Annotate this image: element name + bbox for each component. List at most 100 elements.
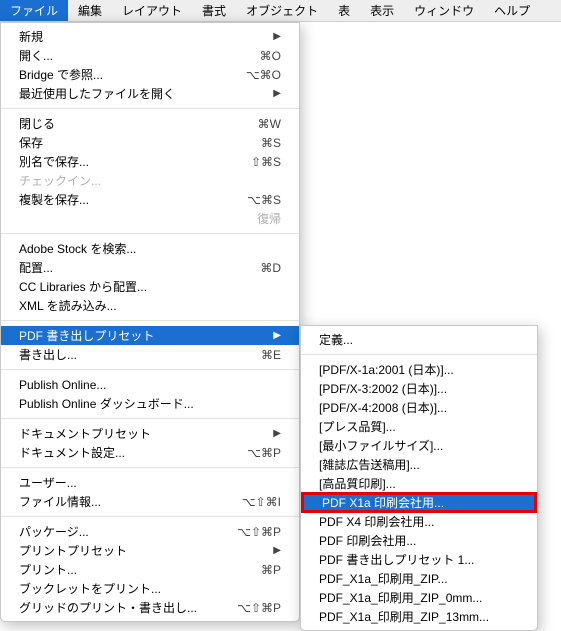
menu-bar-item[interactable]: 表示 bbox=[360, 0, 404, 21]
menu-item-shortcut: ⌘O bbox=[227, 49, 281, 63]
menu-item-label: 復帰 bbox=[19, 210, 281, 227]
menu-item-label: 保存 bbox=[19, 134, 227, 151]
menu-item-label: PDF_X1a_印刷用_ZIP... bbox=[319, 570, 519, 587]
menu-bar-item[interactable]: ウィンドウ bbox=[404, 0, 484, 21]
menu-item-label: ユーザー... bbox=[19, 474, 281, 491]
menu-item-label: [PDF/X-3:2002 (日本)]... bbox=[319, 380, 519, 397]
menu-item[interactable]: ユーザー... bbox=[1, 473, 299, 492]
menu-item[interactable]: [プレス品質]... bbox=[301, 417, 537, 436]
menu-separator bbox=[1, 467, 299, 468]
menu-item-label: PDF_X1a_印刷用_ZIP_13mm... bbox=[319, 608, 519, 625]
menu-item[interactable]: PDF 書き出しプリセット 1... bbox=[301, 550, 537, 569]
menu-item[interactable]: Bridge で参照...⌥⌘O bbox=[1, 65, 299, 84]
menu-item-label: 配置... bbox=[19, 259, 227, 276]
menu-item-label: [プレス品質]... bbox=[319, 418, 519, 435]
menu-bar-item[interactable]: 編集 bbox=[68, 0, 112, 21]
menu-item[interactable]: 閉じる⌘W bbox=[1, 114, 299, 133]
menu-item-shortcut: ⌘S bbox=[227, 136, 281, 150]
menu-item[interactable]: PDF_X1a_印刷用_ZIP_0mm... bbox=[301, 588, 537, 607]
menu-item-label: ブックレットをプリント... bbox=[19, 580, 281, 597]
submenu-arrow-icon: ▶ bbox=[273, 88, 281, 99]
menu-item-label: PDF 書き出しプリセット bbox=[19, 327, 267, 344]
menu-item[interactable]: [雑誌広告送稿用]... bbox=[301, 455, 537, 474]
menu-item[interactable]: PDF_X1a_印刷用_ZIP_13mm... bbox=[301, 607, 537, 626]
menu-item-label: ドキュメントプリセット bbox=[19, 425, 267, 442]
menu-bar-item[interactable]: 書式 bbox=[192, 0, 236, 21]
menu-bar-item[interactable]: レイアウト bbox=[112, 0, 192, 21]
menu-item-label: 開く... bbox=[19, 47, 227, 64]
menu-item: 復帰 bbox=[1, 209, 299, 228]
menu-item[interactable]: ブックレットをプリント... bbox=[1, 579, 299, 598]
menu-item[interactable]: Publish Online... bbox=[1, 375, 299, 394]
menu-item[interactable]: Adobe Stock を検索... bbox=[1, 239, 299, 258]
menu-item-shortcut: ⌥⌘S bbox=[227, 193, 281, 207]
menu-item[interactable]: [最小ファイルサイズ]... bbox=[301, 436, 537, 455]
menu-separator bbox=[1, 369, 299, 370]
menu-item[interactable]: [PDF/X-3:2002 (日本)]... bbox=[301, 379, 537, 398]
menu-item-label: ドキュメント設定... bbox=[19, 444, 227, 461]
file-menu-dropdown: 新規▶開く...⌘OBridge で参照...⌥⌘O最近使用したファイルを開く▶… bbox=[0, 22, 300, 622]
menu-item-shortcut: ⌥⌘P bbox=[227, 446, 281, 460]
menu-item-shortcut: ⌥⌘O bbox=[227, 68, 281, 82]
menu-item-label: [雑誌広告送稿用]... bbox=[319, 456, 519, 473]
menu-item[interactable]: PDF_X1a_印刷用_ZIP... bbox=[301, 569, 537, 588]
menu-item[interactable]: XML を読み込み... bbox=[1, 296, 299, 315]
menu-item[interactable]: [高品質印刷]... bbox=[301, 474, 537, 493]
menu-item[interactable]: ドキュメントプリセット ▶ bbox=[1, 424, 299, 443]
menu-item-label: Publish Online... bbox=[19, 378, 281, 392]
menu-item[interactable]: 複製を保存...⌥⌘S bbox=[1, 190, 299, 209]
menu-item-label: プリント... bbox=[19, 561, 227, 578]
menu-item-label: Publish Online ダッシュボード... bbox=[19, 395, 281, 412]
menu-separator bbox=[1, 233, 299, 234]
menu-item-label: Adobe Stock を検索... bbox=[19, 240, 281, 257]
menu-item-label: [PDF/X-4:2008 (日本)]... bbox=[319, 399, 519, 416]
menu-bar-item[interactable]: オブジェクト bbox=[236, 0, 328, 21]
menu-item[interactable]: PDF X1a 印刷会社用... bbox=[304, 495, 534, 510]
submenu-arrow-icon: ▶ bbox=[273, 428, 281, 439]
menu-item-label: 定義... bbox=[319, 331, 519, 348]
menu-item[interactable]: [PDF/X-1a:2001 (日本)]... bbox=[301, 360, 537, 379]
menu-item-label: 複製を保存... bbox=[19, 191, 227, 208]
menu-separator bbox=[1, 320, 299, 321]
menu-item-label: Bridge で参照... bbox=[19, 66, 227, 83]
menu-item-label: パッケージ... bbox=[19, 523, 227, 540]
menu-item-label: 新規 bbox=[19, 28, 267, 45]
pdf-export-preset-submenu: 定義... [PDF/X-1a:2001 (日本)]...[PDF/X-3:200… bbox=[300, 325, 538, 631]
menu-item[interactable]: CC Libraries から配置... bbox=[1, 277, 299, 296]
menu-item[interactable]: プリント...⌘P bbox=[1, 560, 299, 579]
menu-item[interactable]: PDF 印刷会社用... bbox=[301, 531, 537, 550]
menu-item[interactable]: PDF X4 印刷会社用... bbox=[301, 512, 537, 531]
menu-item[interactable]: プリントプリセット▶ bbox=[1, 541, 299, 560]
menu-item-label: PDF 書き出しプリセット 1... bbox=[319, 551, 519, 568]
menu-item[interactable]: 別名で保存...⇧⌘S bbox=[1, 152, 299, 171]
menu-item[interactable]: ドキュメント設定...⌥⌘P bbox=[1, 443, 299, 462]
menu-item[interactable]: 新規 ▶ bbox=[1, 27, 299, 46]
menu-bar: ファイル編集レイアウト書式オブジェクト表表示ウィンドウヘルプ bbox=[0, 0, 561, 22]
menu-item[interactable]: ファイル情報...⌥⇧⌘I bbox=[1, 492, 299, 511]
submenu-arrow-icon: ▶ bbox=[273, 330, 281, 341]
menu-item[interactable]: 配置...⌘D bbox=[1, 258, 299, 277]
menu-item-shortcut: ⌥⇧⌘I bbox=[227, 495, 281, 509]
menu-item[interactable]: PDF 書き出しプリセット ▶ bbox=[1, 326, 299, 345]
menu-item-label: CC Libraries から配置... bbox=[19, 278, 281, 295]
menu-item-shortcut: ⌘E bbox=[227, 348, 281, 362]
menu-bar-item[interactable]: ヘルプ bbox=[484, 0, 540, 21]
menu-separator bbox=[1, 108, 299, 109]
menu-item-label: 最近使用したファイルを開く bbox=[19, 85, 267, 102]
menu-item-label: プリントプリセット bbox=[19, 542, 267, 559]
menu-item-label: 書き出し... bbox=[19, 346, 227, 363]
menu-bar-item[interactable]: ファイル bbox=[0, 0, 68, 21]
menu-item[interactable]: 定義... bbox=[301, 330, 537, 349]
menu-item[interactable]: [PDF/X-4:2008 (日本)]... bbox=[301, 398, 537, 417]
menu-item-label: グリッドのプリント・書き出し... bbox=[19, 599, 227, 616]
menu-item[interactable]: 書き出し...⌘E bbox=[1, 345, 299, 364]
menu-bar-item[interactable]: 表 bbox=[328, 0, 360, 21]
menu-item[interactable]: Publish Online ダッシュボード... bbox=[1, 394, 299, 413]
menu-item[interactable]: グリッドのプリント・書き出し...⌥⇧⌘P bbox=[1, 598, 299, 617]
menu-item[interactable]: 最近使用したファイルを開く ▶ bbox=[1, 84, 299, 103]
submenu-arrow-icon: ▶ bbox=[273, 31, 281, 42]
menu-item-shortcut: ⌘W bbox=[227, 117, 281, 131]
menu-item[interactable]: 保存⌘S bbox=[1, 133, 299, 152]
menu-item[interactable]: 開く...⌘O bbox=[1, 46, 299, 65]
menu-item[interactable]: パッケージ...⌥⇧⌘P bbox=[1, 522, 299, 541]
